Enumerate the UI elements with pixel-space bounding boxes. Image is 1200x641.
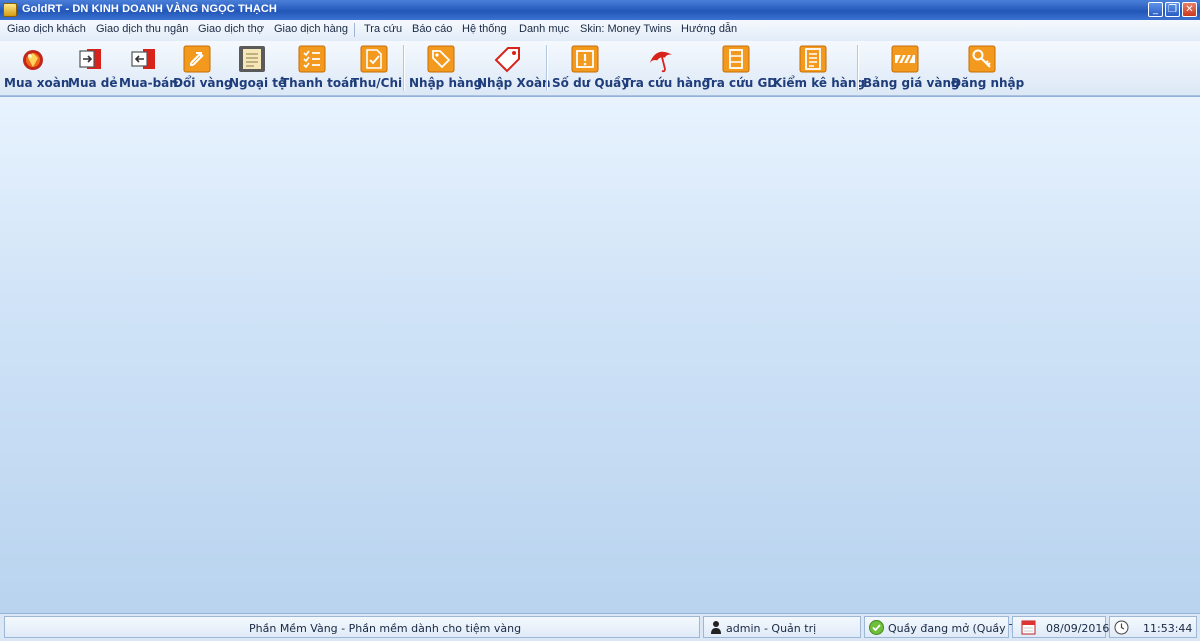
menu-giao-dich-thu-ngan[interactable]: Giao dịch thu ngân: [96, 23, 188, 35]
status-time: 11:53:44: [1143, 622, 1193, 635]
ledger-icon: [239, 46, 265, 72]
status-user: admin - Quản trị: [726, 622, 817, 635]
toolbar-button-nhap-hang[interactable]: Nhập hàng: [408, 41, 482, 95]
toolbar-label: Bảng giá vàng: [863, 76, 960, 90]
status-counter-panel: Quầy đang mở (Quầy Test): [864, 616, 1035, 638]
title-bar: GoldRT - DN KINH DOANH VÀNG NGỌC THẠCH _…: [0, 0, 1200, 20]
menu-giao-dich-tho[interactable]: Giao dịch thợ: [198, 23, 264, 35]
toolbar-separator: [403, 45, 405, 91]
toolbar-label: Nhập hàng: [409, 76, 483, 90]
enter-red-icon: [131, 49, 155, 69]
menu-skin[interactable]: Skin: Money Twins: [580, 23, 672, 35]
price-board-icon: [891, 45, 919, 73]
menu-huong-dan[interactable]: Hướng dẫn: [681, 23, 737, 35]
check-circle-icon: [869, 620, 884, 635]
status-date-panel: 08/09/2016: [1012, 616, 1110, 638]
menu-giao-dich-hang[interactable]: Giao dịch hàng: [274, 23, 348, 35]
key-icon: [968, 45, 996, 73]
status-app-description-panel: Phần Mềm Vàng - Phần mềm dành cho tiệm v…: [4, 616, 700, 638]
toolbar-label: Tra cứu GD: [704, 76, 778, 90]
toolbar-button-mua-xoan[interactable]: Mua xoàn: [2, 41, 69, 95]
main-workspace: [0, 96, 1200, 614]
alert-icon: [571, 45, 599, 73]
toolbar-button-doi-vang[interactable]: Đổi vàng: [172, 41, 233, 95]
toolbar-button-thu-chi[interactable]: Thu/Chi: [350, 41, 402, 95]
list-box-icon: [722, 45, 750, 73]
toolbar-button-dang-nhap[interactable]: Đăng nhập: [950, 41, 1024, 95]
app-logo-icon: [3, 3, 17, 17]
toolbar-button-thanh-toan[interactable]: Thanh toán: [280, 41, 358, 95]
toolbar-label: Đăng nhập: [951, 76, 1025, 90]
toolbar-button-mua-de[interactable]: Mua dẻ: [66, 41, 118, 95]
calendar-icon: [1021, 620, 1036, 635]
toolbar-label: Nhập Xoàn: [477, 76, 551, 90]
user-icon: [711, 621, 721, 634]
minimize-button[interactable]: _: [1148, 2, 1163, 17]
status-date: 08/09/2016: [1046, 622, 1110, 635]
menu-danh-muc[interactable]: Danh mục: [519, 23, 569, 35]
toolbar-button-mua-ban[interactable]: Mua-bán: [117, 41, 178, 95]
toolbar-label: Tra cứu hàng: [623, 76, 711, 90]
document-check-icon: [360, 45, 388, 73]
toolbar-button-ngoai-te[interactable]: Ngoại tệ: [228, 41, 286, 95]
umbrella-icon: [649, 51, 673, 73]
restore-button[interactable]: ❐: [1165, 2, 1180, 17]
status-user-panel: admin - Quản trị: [703, 616, 861, 638]
tag-orange-icon: [427, 45, 455, 73]
exit-red-icon: [79, 49, 101, 69]
tag-red-icon: [494, 47, 520, 73]
menu-bar: Giao dịch khách Giao dịch thu ngân Giao …: [0, 20, 1200, 42]
menu-giao-dich-khach[interactable]: Giao dịch khách: [7, 23, 86, 35]
toolbar-label: Thanh toán: [281, 76, 358, 90]
toolbar-separator: [546, 45, 548, 91]
inventory-icon: [799, 45, 827, 73]
toolbar-label: Số dư Quầy: [552, 76, 630, 90]
diamond-icon: [23, 50, 43, 70]
exchange-icon: [183, 45, 211, 73]
toolbar-label: Mua xoàn: [4, 76, 70, 90]
close-button[interactable]: ✕: [1182, 2, 1197, 17]
window-title: GoldRT - DN KINH DOANH VÀNG NGỌC THẠCH: [22, 3, 277, 15]
menu-he-thong[interactable]: Hệ thống: [462, 23, 507, 35]
toolbar-label: Mua-bán: [119, 76, 178, 90]
toolbar-label: Ngoại tệ: [229, 76, 287, 90]
menu-separator: [354, 23, 355, 37]
toolbar-button-kiem-ke-hang[interactable]: Kiểm kê hàng: [772, 41, 865, 95]
toolbar-separator: [857, 45, 859, 91]
toolbar-button-tra-cuu-gd[interactable]: Tra cứu GD: [703, 41, 777, 95]
menu-tra-cuu[interactable]: Tra cứu: [364, 23, 402, 35]
menu-bao-cao[interactable]: Báo cáo: [412, 23, 452, 35]
status-bar: Phần Mềm Vàng - Phần mềm dành cho tiệm v…: [0, 613, 1200, 641]
toolbar-button-bang-gia-vang[interactable]: Bảng giá vàng: [862, 41, 960, 95]
toolbar-button-nhap-xoan[interactable]: Nhập Xoàn: [476, 41, 551, 95]
toolbar: Mua xoàn Mua dẻ Mua-bán Đổi vàng Ngoại t…: [0, 41, 1200, 96]
status-app-description: Phần Mềm Vàng - Phần mềm dành cho tiệm v…: [249, 622, 522, 635]
toolbar-button-so-du-quay[interactable]: Số dư Quầy: [551, 41, 629, 95]
toolbar-button-tra-cuu-hang[interactable]: Tra cứu hàng: [622, 41, 710, 95]
toolbar-label: Đổi vàng: [173, 76, 233, 90]
checklist-icon: [298, 45, 326, 73]
toolbar-label: Thu/Chi: [351, 76, 403, 90]
toolbar-label: Kiểm kê hàng: [773, 76, 865, 90]
toolbar-label: Mua dẻ: [68, 76, 118, 90]
status-time-panel: 11:53:44: [1109, 616, 1197, 638]
clock-icon: [1114, 620, 1129, 635]
